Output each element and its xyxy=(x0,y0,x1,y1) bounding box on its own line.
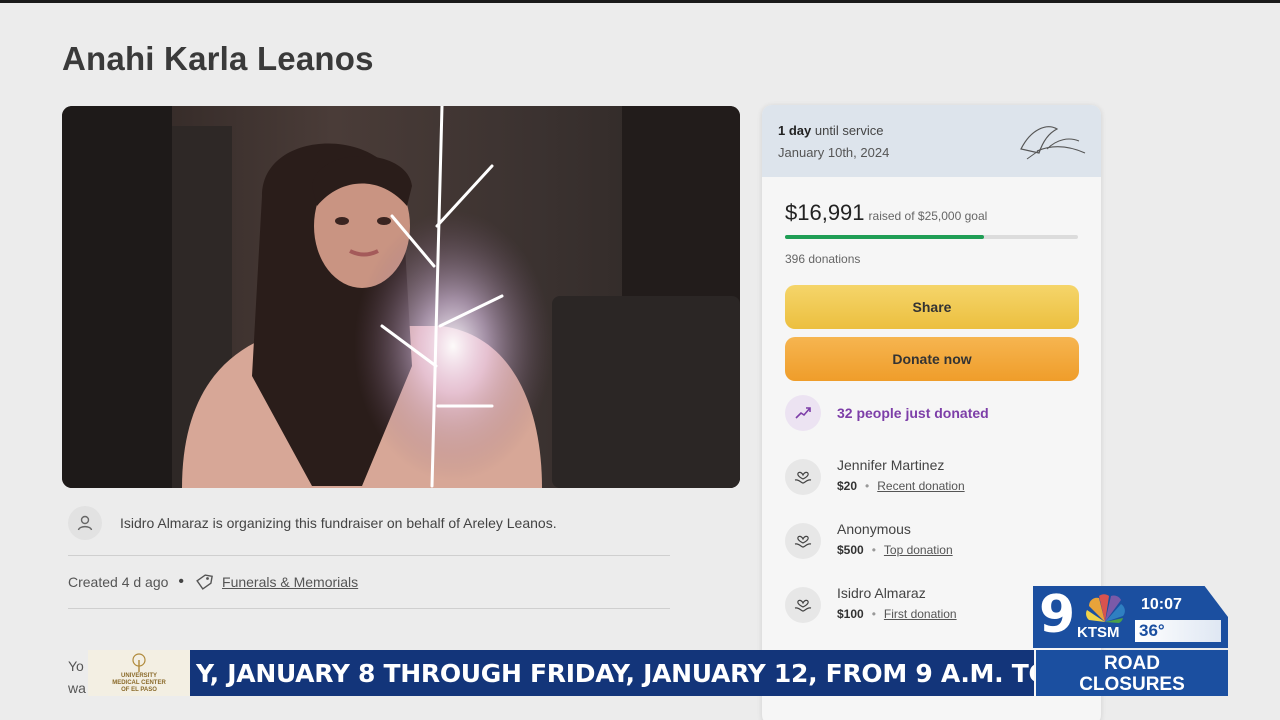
temperature-box: 36° xyxy=(1135,620,1221,642)
news-ticker: UNIVERSITY MEDICAL CENTER OF EL PASO Y, … xyxy=(88,650,1034,696)
headline-box: ROAD CLOSURES xyxy=(1036,650,1228,696)
call-sign: KTSM xyxy=(1077,624,1120,641)
photo-illustration xyxy=(62,106,740,488)
headline-line: CLOSURES xyxy=(1079,674,1185,695)
share-button[interactable]: Share xyxy=(785,285,1079,329)
sponsor-name-2: MEDICAL CENTER xyxy=(112,679,166,686)
donor-name: Anonymous xyxy=(837,521,911,537)
story-text: Yo wa xyxy=(68,655,86,699)
trending-up-icon xyxy=(785,395,821,431)
donation-count: 396 donations xyxy=(785,252,861,266)
meta-separator: • xyxy=(178,573,185,590)
donor-name: Jennifer Martinez xyxy=(837,457,945,473)
story-line: wa xyxy=(68,680,86,696)
donor-details: $500 • Top donation xyxy=(837,543,953,557)
fundraiser-photo xyxy=(62,106,740,488)
donor-item: Anonymous $500 • Top donation xyxy=(785,521,953,559)
divider xyxy=(68,608,670,609)
donor-item: Isidro Almaraz $100 • First donation xyxy=(785,585,957,623)
bullet: • xyxy=(871,543,876,557)
donor-amount: $100 xyxy=(837,607,864,621)
calla-lily-icon xyxy=(1017,119,1087,168)
donor-details: $100 • First donation xyxy=(837,607,957,621)
donor-info: Jennifer Martinez $20 • Recent donation xyxy=(837,457,965,493)
heart-hands-icon xyxy=(785,587,821,623)
organizer-row: Isidro Almaraz is organizing this fundra… xyxy=(68,505,670,541)
progress-fill xyxy=(785,235,985,239)
donor-amount: $500 xyxy=(837,543,864,557)
tree-icon xyxy=(132,652,146,672)
tag-icon xyxy=(194,572,214,592)
sponsor-name-3: OF EL PASO xyxy=(121,686,157,693)
donation-type-link[interactable]: First donation xyxy=(884,607,957,621)
heart-hands-icon xyxy=(785,523,821,559)
donor-details: $20 • Recent donation xyxy=(837,479,965,493)
heart-hands-icon xyxy=(785,459,821,495)
donation-type-link[interactable]: Top donation xyxy=(884,543,953,557)
just-donated-text[interactable]: 32 people just donated xyxy=(837,405,989,421)
bullet: • xyxy=(865,479,870,493)
donate-now-button[interactable]: Donate now xyxy=(785,337,1079,381)
days-count: 1 day xyxy=(778,123,812,138)
sponsor-name-1: UNIVERSITY xyxy=(120,672,157,679)
donor-info: Anonymous $500 • Top donation xyxy=(837,521,953,557)
meta-row: Created 4 d ago • Funerals & Memorials xyxy=(68,570,358,594)
bullet: • xyxy=(871,607,876,621)
organizer-text: Isidro Almaraz is organizing this fundra… xyxy=(120,515,557,531)
donor-item: Jennifer Martinez $20 • Recent donation xyxy=(785,457,965,495)
raised-amount: $16,991 xyxy=(785,200,865,225)
station-bug: 9 KTSM 10:07 36° xyxy=(1033,586,1228,648)
recent-activity: 32 people just donated xyxy=(785,395,989,431)
headline-line: ROAD xyxy=(1104,653,1160,674)
amount-raised: $16,991 raised of $25,000 goal xyxy=(785,200,987,226)
ticker-text: Y, JANUARY 8 THROUGH FRIDAY, JANUARY 12,… xyxy=(196,659,1034,688)
sponsor-logo: UNIVERSITY MEDICAL CENTER OF EL PASO xyxy=(88,650,190,696)
donor-info: Isidro Almaraz $100 • First donation xyxy=(837,585,957,621)
channel-number: 9 xyxy=(1039,585,1076,645)
divider xyxy=(68,555,670,556)
progress-bar xyxy=(785,235,1078,239)
category-link[interactable]: Funerals & Memorials xyxy=(222,574,358,590)
user-icon xyxy=(68,506,102,540)
top-bar xyxy=(0,0,1280,3)
created-date: Created 4 d ago xyxy=(68,574,169,590)
donation-type-link[interactable]: Recent donation xyxy=(877,479,964,493)
story-line: Yo xyxy=(68,658,84,674)
temperature: 36° xyxy=(1139,621,1165,640)
service-banner: 1 day until service January 10th, 2024 xyxy=(762,105,1101,177)
clock: 10:07 xyxy=(1141,596,1182,613)
days-label: until service xyxy=(811,123,884,138)
goal-label: raised of $25,000 goal xyxy=(868,209,988,223)
donor-amount: $20 xyxy=(837,479,858,493)
donor-name: Isidro Almaraz xyxy=(837,585,926,601)
page-title: Anahi Karla Leanos xyxy=(62,40,374,77)
